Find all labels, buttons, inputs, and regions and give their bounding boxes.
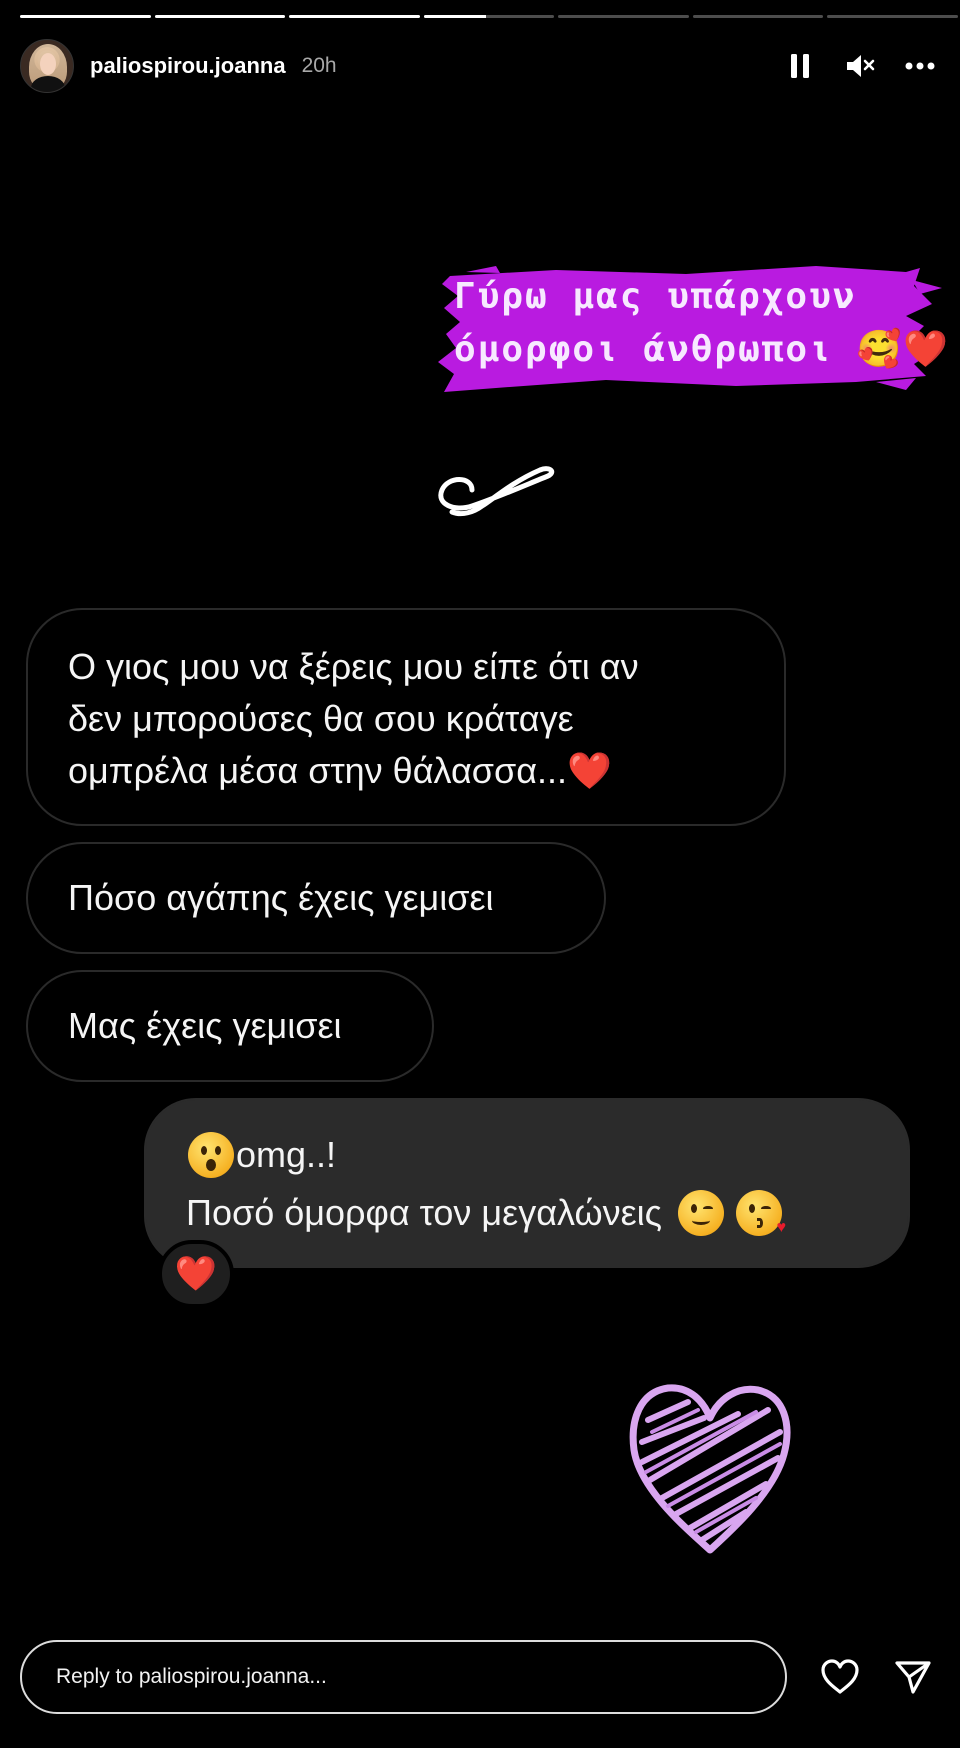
post-time: 20h bbox=[301, 54, 337, 77]
share-button[interactable] bbox=[886, 1649, 940, 1705]
progress-segment bbox=[20, 15, 151, 18]
text-sticker: Γύρω μας υπάρχουν όμορφοι άνθρωποι 🥰❤️ bbox=[436, 264, 948, 394]
message-text: Μας έχεις γεμισει bbox=[68, 1005, 342, 1046]
reply-input[interactable]: Reply to paliospirou.joanna... bbox=[20, 1640, 788, 1714]
progress-segment bbox=[692, 15, 824, 18]
message-text: Ποσό όμορφα τον μεγαλώνεις bbox=[186, 1192, 662, 1233]
story-footer: Reply to paliospirou.joanna... bbox=[20, 1640, 940, 1714]
more-options-button[interactable] bbox=[900, 46, 940, 86]
message-text: omg..! bbox=[236, 1134, 337, 1175]
message-bubble: Ο γιος μου να ξέρεις μου είπε ότι αν δεν… bbox=[26, 608, 786, 826]
username[interactable]: paliospirou.joanna bbox=[90, 53, 286, 79]
pause-button[interactable] bbox=[780, 46, 820, 86]
header-actions bbox=[780, 46, 940, 86]
winking-face-icon bbox=[677, 1190, 724, 1236]
progress-segment bbox=[423, 15, 555, 18]
like-button[interactable] bbox=[813, 1649, 867, 1705]
message-bubble: Πόσο αγάπης έχεις γεμισει bbox=[26, 842, 606, 954]
sticker-line-2: όμορφοι άνθρωποι 🥰❤️ bbox=[454, 329, 951, 370]
heart-outline-icon bbox=[821, 1659, 860, 1694]
message-bubble: Μας έχεις γεμισει bbox=[26, 970, 434, 1082]
story-header: paliospirou.joanna 20h bbox=[20, 38, 940, 94]
scribble-heart-icon bbox=[629, 1384, 791, 1554]
reply-placeholder: Reply to paliospirou.joanna... bbox=[56, 1665, 327, 1688]
kissing-face-icon: ♥ bbox=[735, 1190, 786, 1236]
heart-reaction: ❤️ bbox=[158, 1240, 234, 1308]
message-text: Ο γιος μου να ξέρεις μου είπε ότι αν bbox=[68, 646, 639, 687]
message-text: Πόσο αγάπης έχεις γεμισει bbox=[68, 877, 494, 918]
message-text: δεν μπορούσες θα σου κράταγε bbox=[68, 698, 574, 739]
progress-segment bbox=[154, 15, 286, 18]
reply-message-bubble: omg..! Ποσό όμορφα τον μεγαλώνεις ♥ bbox=[144, 1098, 910, 1268]
more-options-icon bbox=[905, 62, 935, 70]
progress-segment bbox=[827, 15, 959, 18]
sticker-line-1: Γύρω μας υπάρχουν bbox=[454, 276, 857, 317]
profile-avatar[interactable] bbox=[20, 39, 74, 93]
surprised-face-icon bbox=[188, 1132, 234, 1178]
swirl-doodle-icon bbox=[438, 466, 555, 517]
speaker-muted-icon bbox=[847, 55, 875, 77]
mute-button[interactable] bbox=[840, 46, 880, 86]
send-icon bbox=[895, 1661, 931, 1694]
red-heart-icon: ❤️ bbox=[567, 750, 612, 791]
progress-segment bbox=[289, 15, 420, 18]
progress-segment bbox=[558, 15, 689, 18]
story-progress bbox=[20, 15, 959, 19]
pause-icon bbox=[791, 54, 809, 78]
message-text: ομπρέλα μέσα στην θάλασσα...❤️ bbox=[68, 750, 612, 791]
